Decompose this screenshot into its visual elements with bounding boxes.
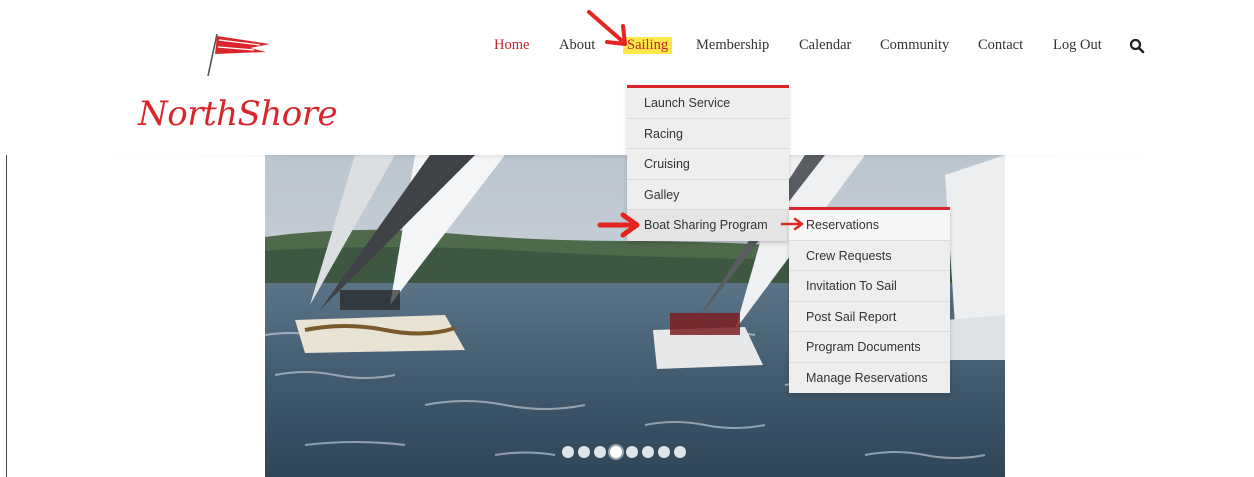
annotation-arrow-right-icon bbox=[597, 212, 640, 238]
nav-membership[interactable]: Membership bbox=[696, 37, 769, 54]
slider-dot-4[interactable] bbox=[610, 446, 622, 458]
slider-dot-5[interactable] bbox=[626, 446, 638, 458]
submenu-item-crew-requests[interactable]: Crew Requests bbox=[789, 241, 950, 271]
submenu-item-reservations[interactable]: Reservations bbox=[789, 210, 950, 241]
submenu-item-manage-reservations[interactable]: Manage Reservations bbox=[789, 363, 950, 394]
slider-dot-2[interactable] bbox=[578, 446, 590, 458]
search-icon[interactable] bbox=[1129, 38, 1145, 54]
nav-community[interactable]: Community bbox=[880, 37, 949, 54]
logo-wordmark[interactable]: NorthShore bbox=[138, 94, 338, 134]
menu-item-boat-sharing-program[interactable]: Boat Sharing Program bbox=[627, 210, 789, 241]
nav-calendar[interactable]: Calendar bbox=[799, 37, 851, 54]
nav-contact[interactable]: Contact bbox=[978, 37, 1023, 54]
nav-home[interactable]: Home bbox=[494, 37, 529, 54]
submenu-item-post-sail-report[interactable]: Post Sail Report bbox=[789, 302, 950, 332]
menu-item-cruising[interactable]: Cruising bbox=[627, 149, 789, 180]
menu-item-galley[interactable]: Galley bbox=[627, 180, 789, 210]
slider-dots bbox=[562, 446, 686, 460]
submenu-item-program-documents[interactable]: Program Documents bbox=[789, 332, 950, 363]
menu-item-racing[interactable]: Racing bbox=[627, 119, 789, 149]
slider-dot-8[interactable] bbox=[674, 446, 686, 458]
annotation-arrow-down-icon bbox=[587, 10, 627, 46]
slider-dot-6[interactable] bbox=[642, 446, 654, 458]
boat-sharing-submenu: Reservations Crew Requests Invitation To… bbox=[789, 207, 950, 393]
annotation-arrow-small-right-icon bbox=[780, 217, 804, 231]
slider-dot-3[interactable] bbox=[594, 446, 606, 458]
slider-dot-7[interactable] bbox=[658, 446, 670, 458]
nav-log-out[interactable]: Log Out bbox=[1053, 37, 1102, 54]
sailing-dropdown-menu: Launch Service Racing Cruising Galley Bo… bbox=[627, 85, 789, 241]
slider-dot-1[interactable] bbox=[562, 446, 574, 458]
submenu-item-invitation-to-sail[interactable]: Invitation To Sail bbox=[789, 271, 950, 302]
menu-item-launch-service[interactable]: Launch Service bbox=[627, 88, 789, 119]
